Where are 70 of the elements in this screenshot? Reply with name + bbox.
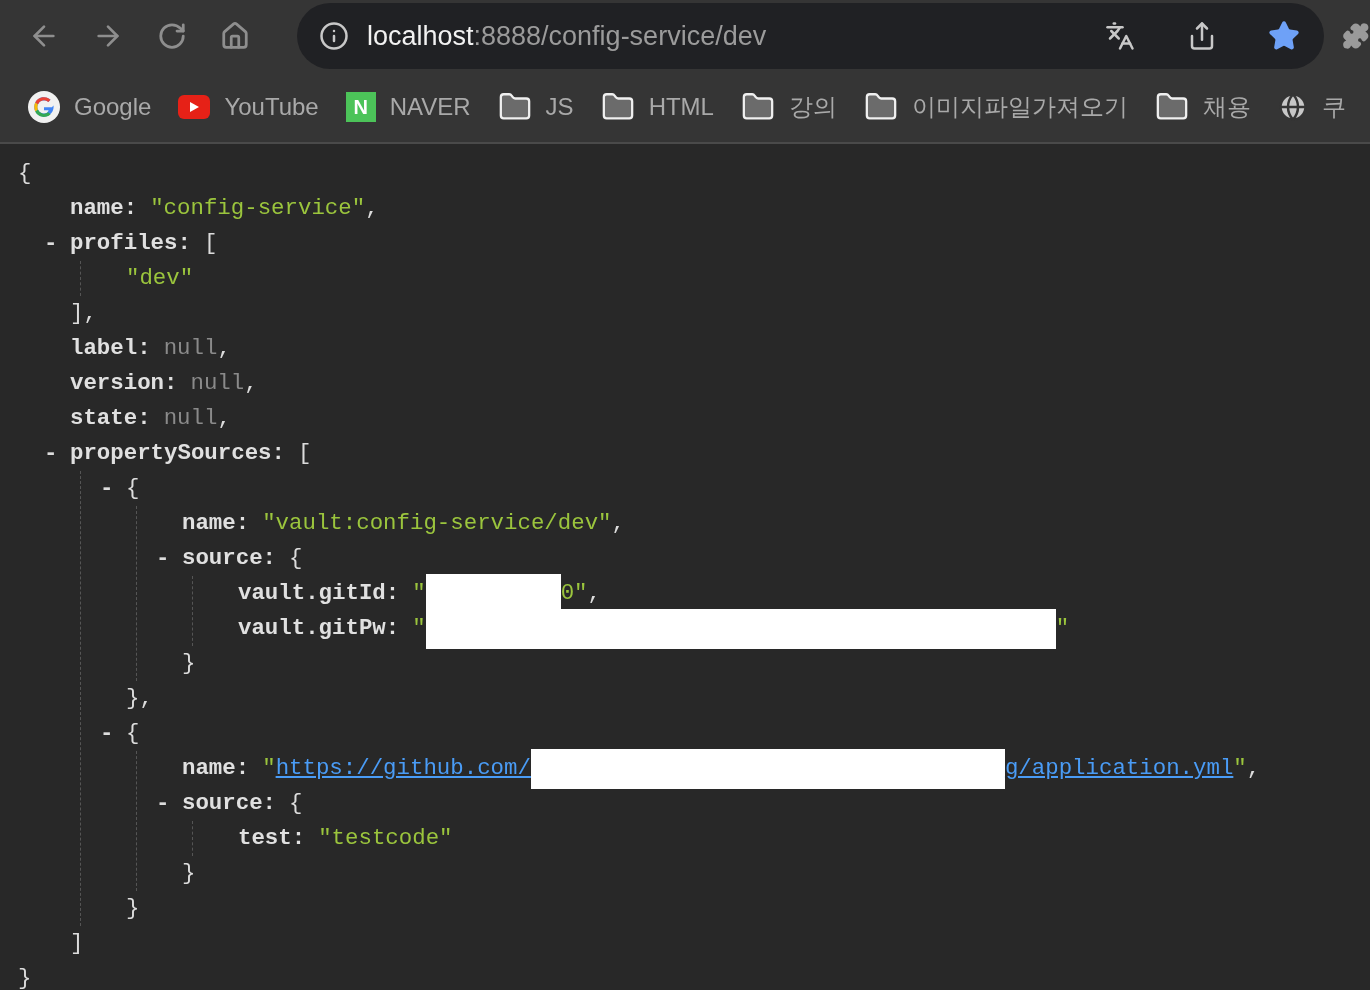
comma: , (244, 369, 258, 398)
string-value: 0" (560, 579, 588, 608)
youtube-logo-icon (178, 95, 211, 119)
url-text: localhost:8888/config-service/dev (366, 20, 768, 52)
address-bar[interactable]: localhost:8888/config-service/dev (296, 3, 1325, 69)
json-key: vault.gitPw: (238, 611, 400, 646)
json-key: profiles: (70, 226, 191, 261)
bookmark-item[interactable]: 채용 (1154, 90, 1251, 124)
json-key: version: (70, 366, 178, 401)
null-value: null (190, 369, 245, 398)
comma: , (365, 194, 379, 223)
string-value: " (412, 614, 426, 643)
google-logo-icon (28, 91, 60, 123)
collapse-toggle[interactable]: - (100, 471, 126, 506)
json-key: test: (238, 821, 306, 856)
collapse-toggle[interactable]: - (44, 436, 70, 471)
collapse-toggle[interactable]: - (156, 786, 182, 821)
open-bracket: { (18, 159, 32, 188)
string-value: " (1055, 614, 1070, 643)
bookmark-item[interactable]: N NAVER (345, 92, 471, 122)
string-value: " (412, 579, 426, 608)
bookmark-item[interactable]: YouTube (178, 93, 319, 121)
open-bracket: [ (203, 229, 218, 258)
bookmark-item[interactable]: Google (28, 91, 152, 123)
bookmark-item[interactable]: 이미지파일가져오기 (863, 90, 1128, 124)
string-value: "vault:config-service/dev" (262, 509, 612, 538)
comma: , (611, 509, 625, 538)
bookmark-item[interactable]: 쿠 (1277, 91, 1346, 123)
collapse-toggle[interactable]: - (156, 541, 182, 576)
bookmark-item[interactable]: JS (497, 90, 574, 124)
json-key: name: (70, 191, 138, 226)
collapse-toggle[interactable]: - (100, 716, 126, 751)
null-value: null (163, 404, 218, 433)
close-bracket: ] (70, 929, 84, 958)
url-link[interactable]: https://github.com/ (275, 751, 531, 786)
json-key: vault.gitId: (238, 576, 400, 611)
json-key: name: (182, 751, 250, 786)
json-key: label: (70, 331, 151, 366)
json-key: state: (70, 401, 151, 436)
info-icon[interactable] (318, 21, 349, 51)
string-value: " (262, 754, 276, 783)
close-bracket: }, (126, 684, 153, 713)
open-bracket: { (126, 474, 140, 503)
naver-logo-icon: N (345, 92, 376, 122)
open-bracket: { (289, 789, 303, 818)
close-bracket: } (182, 649, 196, 678)
close-bracket: } (18, 964, 32, 990)
comma: , (217, 404, 231, 433)
json-key: source: (182, 786, 277, 821)
bookmark-item[interactable]: HTML (600, 90, 714, 124)
close-bracket: } (126, 894, 140, 923)
open-bracket: [ (298, 439, 312, 468)
string-value: " (1233, 754, 1247, 783)
comma: , (587, 579, 601, 608)
bookmark-item[interactable]: 강의 (740, 90, 837, 124)
open-bracket: { (126, 719, 140, 748)
json-key: propertySources: (70, 436, 285, 471)
json-key: name: (182, 506, 250, 541)
close-bracket: ], (70, 299, 97, 328)
null-value: null (163, 334, 218, 363)
url-link[interactable]: g/application.yml (1004, 751, 1234, 786)
comma: , (1246, 754, 1261, 783)
collapse-toggle[interactable]: - (44, 226, 70, 261)
string-value: "testcode" (318, 824, 453, 853)
open-bracket: { (289, 544, 303, 573)
string-value: "config-service" (150, 194, 366, 223)
string-value: "dev" (126, 264, 194, 293)
close-bracket: } (182, 859, 196, 888)
comma: , (217, 334, 231, 363)
json-key: source: (182, 541, 277, 576)
